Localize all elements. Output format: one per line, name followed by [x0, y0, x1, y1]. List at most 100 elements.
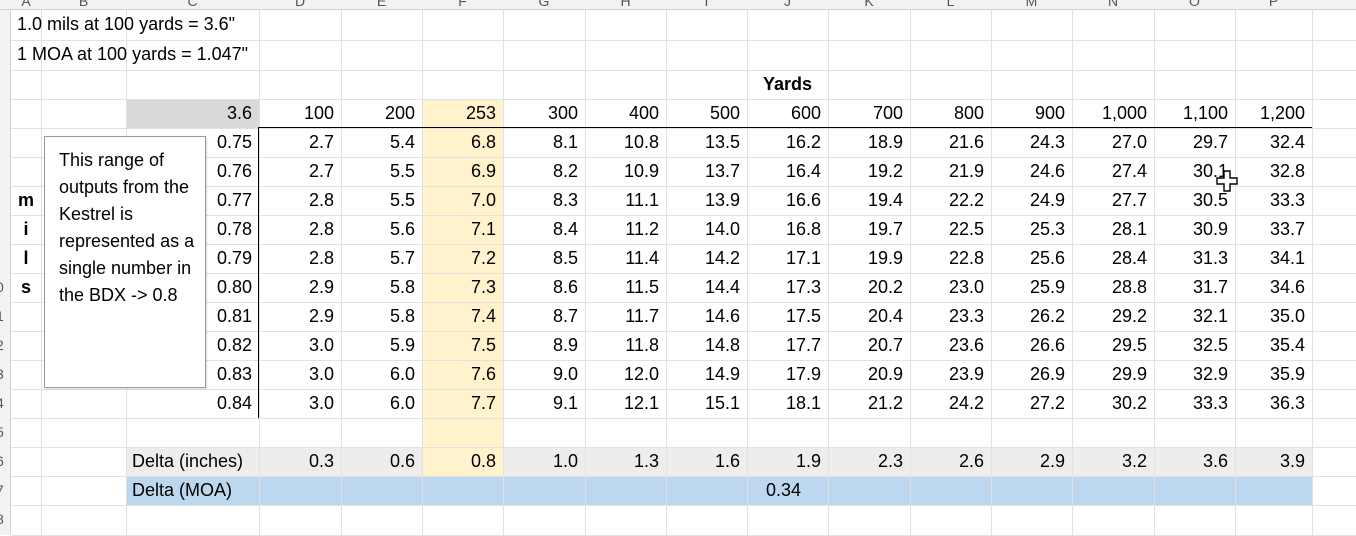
spreadsheet-grid[interactable]: ABCDEFGHIJKLMNOP 012345678 1.0 mils at 100… — [0, 0, 1356, 536]
data-cell[interactable]: 33.3 — [1235, 186, 1312, 215]
data-cell[interactable]: 14.6 — [666, 302, 747, 331]
data-cell[interactable]: 24.6 — [991, 157, 1072, 186]
data-cell[interactable]: 6.0 — [341, 389, 422, 418]
row-header[interactable]: 0 — [0, 273, 11, 302]
data-cell[interactable]: 6.9 — [422, 157, 503, 186]
data-cell[interactable]: 8.9 — [503, 331, 585, 360]
data-cell[interactable]: 7.3 — [422, 273, 503, 302]
data-cell[interactable]: 17.5 — [747, 302, 828, 331]
data-cell[interactable]: 13.5 — [666, 128, 747, 157]
data-cell[interactable]: 21.2 — [828, 389, 910, 418]
mil-value-cell[interactable]: 0.84 — [126, 389, 259, 418]
data-cell[interactable]: 28.8 — [1072, 273, 1154, 302]
data-cell[interactable]: 17.9 — [747, 360, 828, 389]
data-cell[interactable]: 29.7 — [1154, 128, 1235, 157]
data-cell[interactable]: 12.0 — [585, 360, 666, 389]
delta-inches-cell[interactable]: 1.6 — [666, 447, 747, 476]
data-cell[interactable]: 29.2 — [1072, 302, 1154, 331]
data-cell[interactable]: 25.3 — [991, 215, 1072, 244]
data-cell[interactable]: 6.0 — [341, 360, 422, 389]
data-cell[interactable]: 13.9 — [666, 186, 747, 215]
data-cell[interactable]: 7.1 — [422, 215, 503, 244]
row-header[interactable]: 8 — [0, 505, 11, 534]
column-header[interactable]: J — [747, 0, 828, 9]
data-cell[interactable]: 20.7 — [828, 331, 910, 360]
data-cell[interactable]: 27.0 — [1072, 128, 1154, 157]
data-cell[interactable]: 21.6 — [910, 128, 991, 157]
data-cell[interactable]: 25.6 — [991, 244, 1072, 273]
data-cell[interactable]: 6.8 — [422, 128, 503, 157]
column-header[interactable]: K — [828, 0, 910, 9]
row-header[interactable]: 6 — [0, 447, 11, 476]
data-cell[interactable]: 26.2 — [991, 302, 1072, 331]
data-cell[interactable]: 17.7 — [747, 331, 828, 360]
data-cell[interactable]: 19.7 — [828, 215, 910, 244]
yard-header-cell[interactable]: 400 — [585, 99, 666, 128]
data-cell[interactable]: 12.1 — [585, 389, 666, 418]
yard-header-cell[interactable]: 200 — [341, 99, 422, 128]
data-cell[interactable]: 16.2 — [747, 128, 828, 157]
delta-inches-cell[interactable]: 3.9 — [1235, 447, 1312, 476]
yard-header-cell[interactable]: 1,200 — [1235, 99, 1312, 128]
data-cell[interactable]: 19.4 — [828, 186, 910, 215]
data-cell[interactable]: 3.0 — [259, 389, 341, 418]
data-cell[interactable]: 17.3 — [747, 273, 828, 302]
data-cell[interactable]: 17.1 — [747, 244, 828, 273]
delta-inches-cell[interactable]: 2.9 — [991, 447, 1072, 476]
delta-inches-cell[interactable]: 1.0 — [503, 447, 585, 476]
delta-inches-cell[interactable]: 0.3 — [259, 447, 341, 476]
data-cell[interactable]: 11.8 — [585, 331, 666, 360]
column-header[interactable]: C — [126, 0, 259, 9]
data-cell[interactable]: 8.3 — [503, 186, 585, 215]
data-cell[interactable]: 20.9 — [828, 360, 910, 389]
corner-value-cell[interactable]: 3.6 — [126, 99, 259, 128]
data-cell[interactable]: 11.7 — [585, 302, 666, 331]
data-cell[interactable]: 16.4 — [747, 157, 828, 186]
data-cell[interactable]: 8.1 — [503, 128, 585, 157]
data-cell[interactable]: 2.8 — [259, 244, 341, 273]
data-cell[interactable]: 24.9 — [991, 186, 1072, 215]
data-cell[interactable]: 7.0 — [422, 186, 503, 215]
column-header[interactable]: I — [666, 0, 747, 9]
yard-header-cell[interactable]: 300 — [503, 99, 585, 128]
data-cell[interactable]: 27.7 — [1072, 186, 1154, 215]
delta-inches-cell[interactable]: 1.3 — [585, 447, 666, 476]
data-cell[interactable]: 19.9 — [828, 244, 910, 273]
data-cell[interactable]: 20.2 — [828, 273, 910, 302]
yard-header-cell[interactable]: 253 — [422, 99, 503, 128]
yard-header-cell[interactable]: 1,000 — [1072, 99, 1154, 128]
data-cell[interactable]: 26.9 — [991, 360, 1072, 389]
column-header[interactable]: F — [422, 0, 503, 9]
delta-inches-cell[interactable]: 1.9 — [747, 447, 828, 476]
data-cell[interactable]: 18.1 — [747, 389, 828, 418]
data-cell[interactable]: 5.9 — [341, 331, 422, 360]
data-cell[interactable]: 3.0 — [259, 360, 341, 389]
moa-note[interactable]: 1 MOA at 100 yards = 1.047" — [11, 40, 411, 69]
data-cell[interactable]: 27.2 — [991, 389, 1072, 418]
data-cell[interactable]: 32.4 — [1235, 128, 1312, 157]
data-cell[interactable]: 8.4 — [503, 215, 585, 244]
data-cell[interactable]: 33.3 — [1154, 389, 1235, 418]
data-cell[interactable]: 11.4 — [585, 244, 666, 273]
mils-note[interactable]: 1.0 mils at 100 yards = 3.6" — [11, 10, 411, 39]
data-cell[interactable]: 5.8 — [341, 273, 422, 302]
row-header[interactable]: 2 — [0, 331, 11, 360]
data-cell[interactable]: 23.6 — [910, 331, 991, 360]
data-cell[interactable]: 2.7 — [259, 157, 341, 186]
yards-title[interactable]: Yards — [747, 70, 828, 99]
row-header[interactable]: 5 — [0, 418, 11, 447]
column-header[interactable]: E — [341, 0, 422, 9]
data-cell[interactable]: 10.9 — [585, 157, 666, 186]
data-cell[interactable]: 5.7 — [341, 244, 422, 273]
delta-inches-cell[interactable]: 0.8 — [422, 447, 503, 476]
data-cell[interactable]: 18.9 — [828, 128, 910, 157]
data-cell[interactable]: 8.2 — [503, 157, 585, 186]
data-cell[interactable]: 16.6 — [747, 186, 828, 215]
data-cell[interactable]: 8.5 — [503, 244, 585, 273]
data-cell[interactable]: 2.7 — [259, 128, 341, 157]
data-cell[interactable]: 5.6 — [341, 215, 422, 244]
column-header[interactable]: B — [41, 0, 126, 9]
data-cell[interactable]: 9.0 — [503, 360, 585, 389]
data-cell[interactable]: 23.9 — [910, 360, 991, 389]
data-cell[interactable]: 2.8 — [259, 186, 341, 215]
